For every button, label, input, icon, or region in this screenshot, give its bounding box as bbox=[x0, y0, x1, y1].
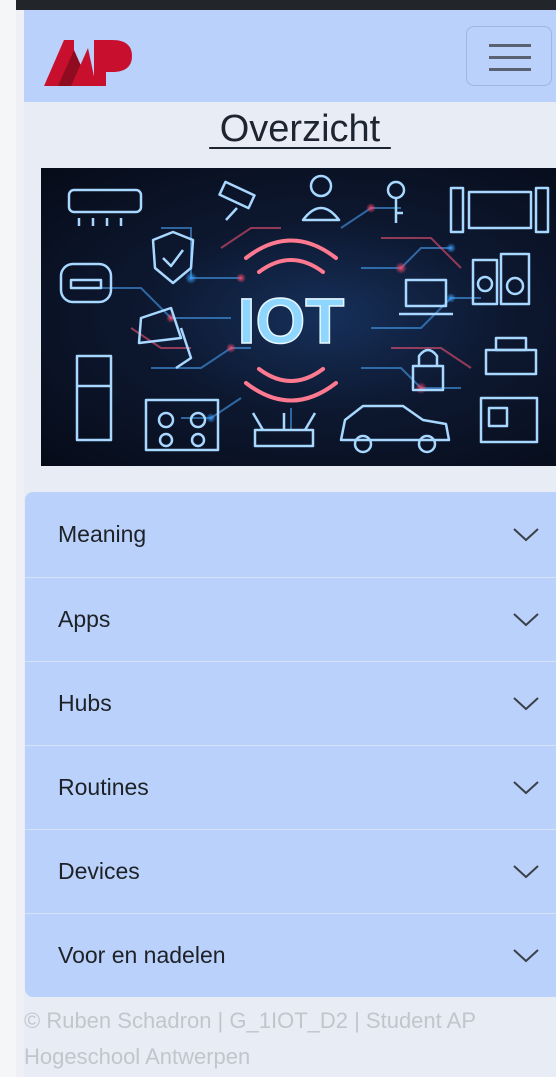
chevron-down-icon bbox=[513, 527, 539, 541]
accordion-item-label: Apps bbox=[58, 606, 111, 632]
chevron-down-icon bbox=[513, 864, 539, 878]
chevron-down-icon bbox=[513, 948, 539, 962]
accordion-item-hubs[interactable]: Hubs bbox=[25, 661, 556, 745]
browser-top-strip bbox=[16, 0, 556, 10]
accordion-item-label: Hubs bbox=[58, 690, 112, 716]
accordion-item-meaning[interactable]: Meaning bbox=[25, 492, 556, 577]
accordion-item-routines[interactable]: Routines bbox=[25, 745, 556, 829]
accordion-item-devices[interactable]: Devices bbox=[25, 829, 556, 913]
chevron-down-icon bbox=[513, 780, 539, 794]
left-gutter bbox=[0, 0, 16, 1077]
chevron-down-icon bbox=[513, 696, 539, 710]
chevron-down-icon bbox=[513, 612, 539, 626]
accordion-item-apps[interactable]: Apps bbox=[25, 577, 556, 661]
accordion-item-label: Devices bbox=[58, 858, 140, 884]
accordion-item-label: Routines bbox=[58, 774, 149, 800]
accordion-item-label: Meaning bbox=[58, 521, 147, 547]
logo-text: AP bbox=[44, 38, 46, 39]
ap-logo[interactable]: AP bbox=[44, 38, 134, 88]
iot-illustration: IOT bbox=[59, 174, 550, 454]
page-title: Overzicht bbox=[209, 108, 391, 150]
navbar: AP bbox=[24, 10, 556, 102]
menu-toggle-button[interactable] bbox=[466, 26, 552, 86]
accordion-item-label: Voor en nadelen bbox=[58, 942, 226, 968]
iot-label: IOT bbox=[238, 285, 345, 357]
footer-credits: © Ruben Schadron | G_1IOT_D2 | Student A… bbox=[24, 1008, 476, 1069]
accordion-item-voor-en-nadelen[interactable]: Voor en nadelen bbox=[25, 913, 556, 997]
iot-hero-image: IOT bbox=[41, 168, 556, 466]
accordion: Meaning Apps Hubs Routines Devices Voor … bbox=[25, 492, 556, 997]
